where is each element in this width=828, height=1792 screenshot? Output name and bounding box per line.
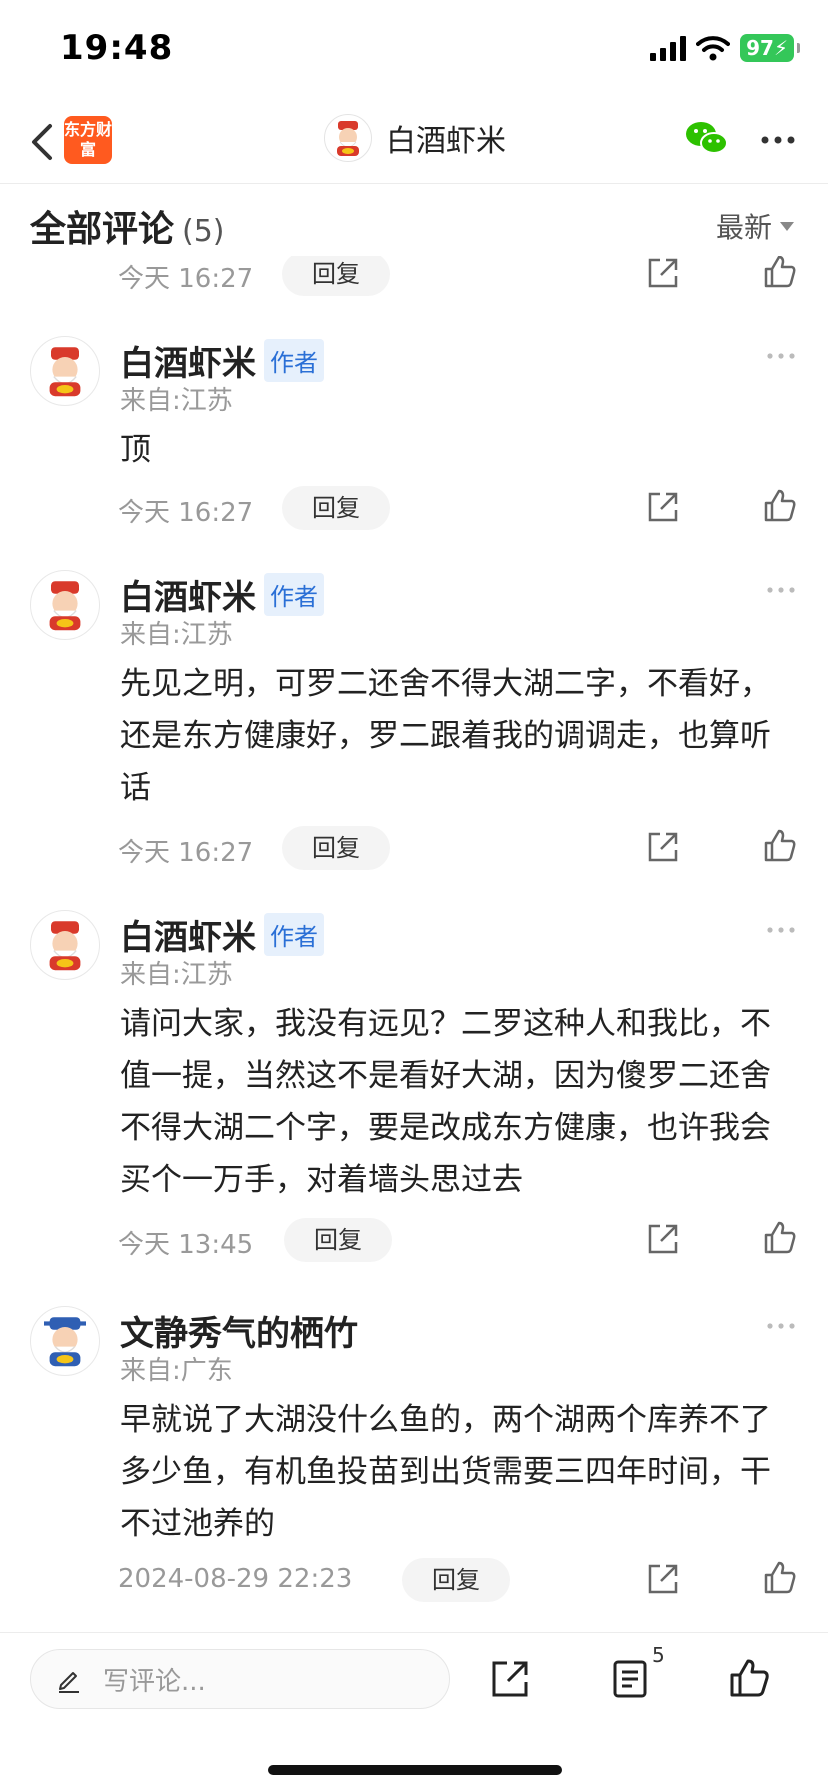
comment-body: 先见之明，可罗二还舍不得大湖二字，不看好，还是东方健康好，罗二跟着我的调调走，也… — [120, 666, 771, 806]
comment-action-row: 今天 16:27 回复 — [0, 486, 828, 530]
wechat-share-icon[interactable] — [684, 118, 730, 158]
avatar[interactable] — [30, 570, 100, 640]
comment-location: 来自:广东 — [120, 1356, 233, 1386]
avatar — [324, 114, 372, 162]
sort-select[interactable]: 最新 — [716, 206, 794, 246]
comment-action-row: 今天 16:27 回复 — [0, 826, 828, 870]
comments-list-icon[interactable] — [610, 1659, 650, 1699]
caishen-avatar-icon — [49, 347, 81, 397]
comment-author-name[interactable]: 文静秀气的栖竹 — [120, 1306, 358, 1355]
avatar[interactable] — [30, 910, 100, 980]
thumbs-up-icon[interactable] — [762, 1220, 798, 1256]
thumbs-up-icon[interactable] — [762, 828, 798, 864]
share-icon[interactable] — [646, 256, 680, 290]
comment-action-row: 今天 16:27 回复 — [0, 252, 828, 296]
comments-count-badge: 5 — [652, 1643, 665, 1667]
thumbs-up-icon[interactable] — [762, 488, 798, 524]
share-icon[interactable] — [646, 1222, 680, 1256]
comment-time: 今天 16:27 — [118, 838, 254, 868]
comment-input-placeholder: 写评论... — [103, 1666, 206, 1697]
reply-button[interactable]: 回复 — [282, 252, 390, 296]
caret-down-icon — [780, 221, 794, 231]
pencil-icon — [59, 1672, 79, 1693]
reply-button[interactable]: 回复 — [284, 1218, 392, 1262]
battery-icon: 97⚡ — [740, 34, 800, 62]
comment-item: 白酒虾米 作者 来自:江苏 请问大家，我没有远见？二罗这种人和我比，不值一提，当… — [0, 910, 828, 1210]
wifi-icon — [696, 36, 731, 61]
comment-author-name[interactable]: 白酒虾米 — [120, 570, 256, 619]
comment-name-row: 白酒虾米 作者 — [120, 570, 324, 619]
comment-name-row: 文静秀气的栖竹 — [120, 1306, 358, 1355]
comments-header: 全部评论 (5) 最新 — [0, 186, 828, 256]
cellular-signal-icon — [650, 35, 687, 61]
caishen-avatar-icon — [337, 121, 359, 156]
comment-time: 今天 16:27 — [118, 498, 254, 528]
author-badge: 作者 — [264, 913, 324, 956]
comment-name-row: 白酒虾米 作者 — [120, 336, 324, 385]
comment-more-icon[interactable] — [766, 926, 796, 934]
comment-item: 文静秀气的栖竹 来自:广东 早就说了大湖没什么鱼的，两个湖两个库养不了多少鱼，有… — [0, 1306, 828, 1556]
comments-count: (5) — [182, 214, 225, 249]
comment-name-row: 白酒虾米 作者 — [120, 910, 324, 959]
nav-bar: 东方财富 白酒虾米 — [0, 100, 828, 184]
sort-label: 最新 — [715, 211, 772, 244]
comments-title: 全部评论 (5) — [30, 200, 225, 252]
comment-action-row: 今天 13:45 回复 — [0, 1218, 828, 1262]
comment-input[interactable]: 写评论... — [30, 1649, 450, 1709]
comment-more-icon[interactable] — [766, 586, 796, 594]
comment-location: 来自:江苏 — [120, 960, 233, 990]
reply-button[interactable]: 回复 — [282, 486, 390, 530]
official-avatar-icon — [44, 1317, 86, 1367]
caishen-avatar-icon — [49, 581, 81, 631]
thumbs-up-icon[interactable] — [762, 254, 798, 290]
nav-author[interactable]: 白酒虾米 — [324, 114, 506, 162]
reply-button[interactable]: 回复 — [282, 826, 390, 870]
thumbs-up-icon[interactable] — [762, 1560, 798, 1596]
comment-location: 来自:江苏 — [120, 386, 233, 416]
reply-button[interactable]: 回复 — [402, 1558, 510, 1602]
comment-author-name[interactable]: 白酒虾米 — [120, 336, 256, 385]
comment-more-icon[interactable] — [766, 352, 796, 360]
avatar[interactable] — [30, 336, 100, 406]
comment-author-name[interactable]: 白酒虾米 — [120, 910, 256, 959]
comment-time: 今天 13:45 — [118, 1230, 254, 1260]
status-icons: 97⚡ — [650, 34, 800, 62]
more-options-icon[interactable] — [760, 130, 796, 150]
avatar[interactable] — [30, 1306, 100, 1376]
comment-item: 白酒虾米 作者 来自:江苏 先见之明，可罗二还舍不得大湖二字，不看好，还是东方健… — [0, 570, 828, 820]
bottom-bar: 写评论... 5 — [0, 1632, 828, 1792]
app-logo[interactable]: 东方财富 — [64, 116, 112, 164]
share-icon[interactable] — [490, 1659, 530, 1699]
comment-time: 今天 16:27 — [118, 264, 254, 294]
comment-location: 来自:江苏 — [120, 620, 233, 650]
comment-more-icon[interactable] — [766, 1322, 796, 1330]
comment-body: 顶 — [120, 432, 151, 468]
share-icon[interactable] — [646, 1562, 680, 1596]
comment-body: 早就说了大湖没什么鱼的，两个湖两个库养不了多少鱼，有机鱼投苗到出货需要三四年时间… — [120, 1402, 771, 1542]
back-icon[interactable] — [24, 118, 64, 166]
comment-action-row: 2024-08-29 22:23 回复 — [0, 1558, 828, 1602]
comment-body: 请问大家，我没有远见？二罗这种人和我比，不值一提，当然这不是看好大湖，因为傻罗二… — [120, 1006, 771, 1198]
caishen-avatar-icon — [49, 921, 81, 971]
status-bar: 19:48 97⚡ — [0, 0, 828, 100]
author-badge: 作者 — [264, 339, 324, 382]
author-badge: 作者 — [264, 573, 324, 616]
share-icon[interactable] — [646, 830, 680, 864]
nav-title: 白酒虾米 — [386, 124, 506, 159]
home-indicator — [268, 1765, 562, 1775]
status-time: 19:48 — [60, 28, 174, 68]
battery-level: 97 — [746, 36, 774, 60]
comment-time: 2024-08-29 22:23 — [118, 1564, 353, 1594]
thumbs-up-icon[interactable] — [728, 1657, 770, 1699]
comments-title-text: 全部评论 — [30, 209, 175, 250]
share-icon[interactable] — [646, 490, 680, 524]
